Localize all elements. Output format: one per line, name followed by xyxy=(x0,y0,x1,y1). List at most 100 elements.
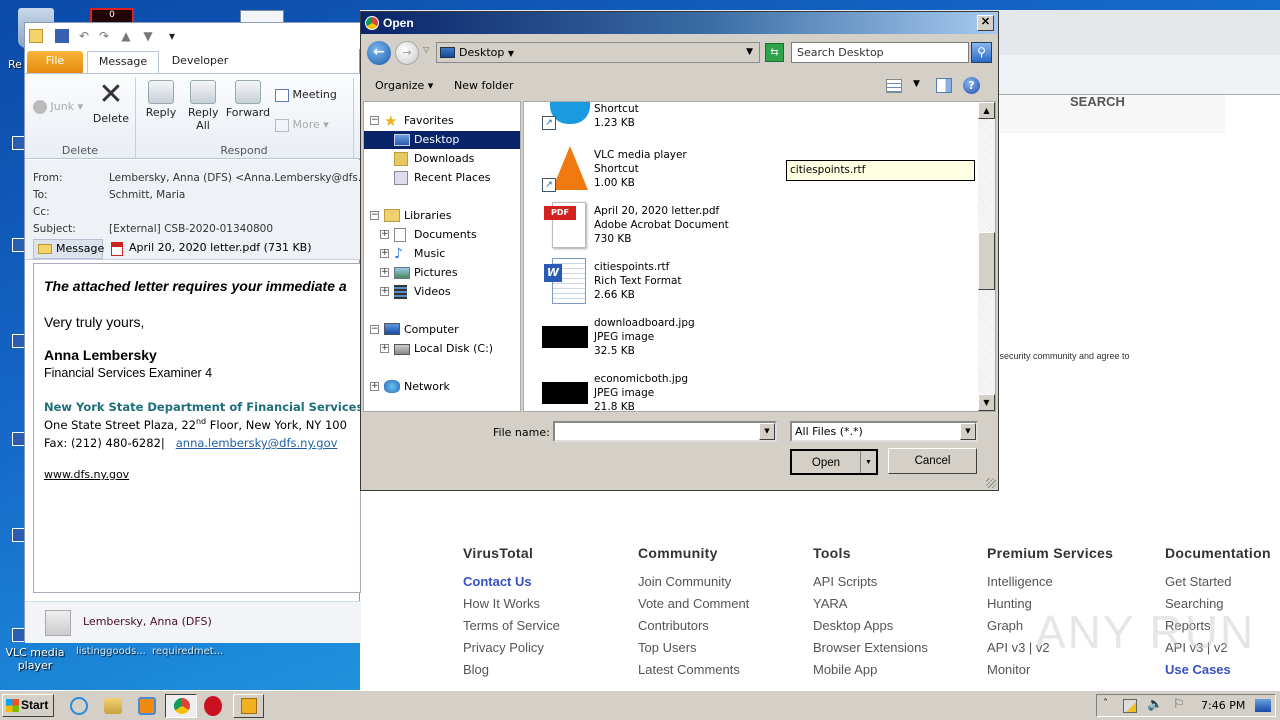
avatar[interactable] xyxy=(45,610,71,636)
footer-link[interactable]: Latest Comments xyxy=(638,662,749,679)
address-history-dropdown[interactable]: ▼ xyxy=(746,43,753,62)
resize-grip[interactable] xyxy=(986,478,996,488)
expand-icon[interactable]: + xyxy=(380,230,389,239)
expand-icon[interactable]: + xyxy=(380,268,389,277)
preview-pane-icon[interactable] xyxy=(936,78,952,93)
chrome-taskbar-icon[interactable] xyxy=(165,694,197,718)
expand-icon[interactable]: + xyxy=(380,287,389,296)
start-button[interactable]: Start xyxy=(2,694,54,717)
reply-button[interactable]: Reply xyxy=(141,80,181,119)
vertical-scrollbar[interactable]: ▲ ▼ xyxy=(978,102,995,411)
desktop-icon-vlc[interactable]: VLC media player xyxy=(4,646,66,672)
footer-link[interactable]: Mobile App xyxy=(813,662,928,679)
tree-item-recent-places[interactable]: Recent Places xyxy=(364,169,520,187)
tree-item-pictures[interactable]: + Pictures xyxy=(364,264,520,282)
desktop-icon-listinggoods[interactable]: listinggoods... xyxy=(76,646,146,657)
forward-button[interactable]: → xyxy=(395,41,419,65)
clock[interactable]: 7:46 PM xyxy=(1201,695,1245,716)
expand-icon[interactable]: + xyxy=(380,344,389,353)
file-name-input[interactable]: ▼ xyxy=(553,421,777,442)
footer-link[interactable]: Browser Extensions xyxy=(813,640,928,657)
desktop-icon-requiredmet[interactable]: requiredmet... xyxy=(152,646,223,657)
footer-link[interactable]: Privacy Policy xyxy=(463,640,560,657)
email-link[interactable]: anna.lembersky@dfs.ny.gov xyxy=(176,436,338,450)
file-item[interactable]: ↗ Shortcut 1.23 KB xyxy=(542,102,842,144)
address-bar[interactable]: Desktop ▼ ▼ xyxy=(436,42,760,63)
open-options-dropdown[interactable]: ▼ xyxy=(860,451,876,473)
from-value[interactable]: Lembersky, Anna (DFS) <Anna.Lembersky@df… xyxy=(109,172,376,184)
message-tab[interactable]: Message xyxy=(33,239,104,259)
opera-icon[interactable] xyxy=(204,696,222,716)
delete-button[interactable]: ✕ Delete xyxy=(91,80,131,126)
collapse-icon[interactable]: − xyxy=(370,325,379,334)
file-type-select[interactable]: All Files (*.*) ▼ xyxy=(790,421,978,442)
tree-item-computer[interactable]: − Computer xyxy=(364,321,520,339)
scroll-up-button[interactable]: ▲ xyxy=(978,102,995,119)
action-center-flag-icon[interactable]: ⚐ xyxy=(1173,697,1185,712)
tree-item-videos[interactable]: + Videos xyxy=(364,283,520,301)
tree-item-desktop[interactable]: Desktop xyxy=(364,131,520,149)
footer-link[interactable]: Intelligence xyxy=(987,574,1113,591)
attachment-pdf[interactable]: April 20, 2020 letter.pdf (731 KB) xyxy=(109,239,312,259)
media-player-icon[interactable] xyxy=(138,697,156,715)
search-heading[interactable]: SEARCH xyxy=(1070,94,1125,109)
previous-item-icon[interactable]: ▲ xyxy=(119,29,133,43)
to-value[interactable]: Schmitt, Maria xyxy=(109,189,185,201)
customize-toolbar-icon[interactable]: ▾ xyxy=(165,29,179,43)
file-explorer-icon[interactable] xyxy=(104,698,122,714)
collapse-icon[interactable]: − xyxy=(370,116,379,125)
back-button[interactable]: ← xyxy=(367,41,391,65)
tree-item-favorites[interactable]: − ★ Favorites xyxy=(364,112,520,130)
search-icon[interactable]: ⚲ xyxy=(971,42,992,63)
forward-button[interactable]: Forward xyxy=(225,80,271,119)
collapse-icon[interactable]: − xyxy=(370,211,379,220)
footer-link[interactable]: Terms of Service xyxy=(463,618,560,635)
search-input[interactable]: Search Desktop xyxy=(791,42,969,63)
tree-item-music[interactable]: + ♪ Music xyxy=(364,245,520,263)
tab-file[interactable]: File xyxy=(27,51,83,73)
footer-link-contact-us[interactable]: Contact Us xyxy=(463,574,560,591)
cancel-button[interactable]: Cancel xyxy=(888,448,977,474)
footer-link[interactable]: Monitor xyxy=(987,662,1113,679)
footer-link-use-cases[interactable]: Use Cases xyxy=(1165,662,1271,679)
save-icon[interactable] xyxy=(55,29,69,43)
footer-link[interactable]: YARA xyxy=(813,596,928,613)
meeting-button[interactable]: Meeting xyxy=(275,88,337,102)
tab-message[interactable]: Message xyxy=(87,51,159,73)
show-hidden-icons[interactable]: ˄ xyxy=(1103,698,1108,709)
file-name-dropdown[interactable]: ▼ xyxy=(759,423,775,440)
footer-link[interactable]: Top Users xyxy=(638,640,749,657)
scroll-down-button[interactable]: ▼ xyxy=(978,394,995,411)
expand-icon[interactable]: + xyxy=(380,249,389,258)
footer-link[interactable]: How It Works xyxy=(463,596,560,613)
file-item[interactable]: economicboth.jpg JPEG image 21.8 KB xyxy=(542,370,842,411)
undo-icon[interactable]: ↶ xyxy=(77,29,91,43)
view-options-dropdown[interactable]: ▼ xyxy=(913,79,920,89)
footer-link[interactable]: Get Started xyxy=(1165,574,1271,591)
file-item[interactable]: W citiespoints.rtf Rich Text Format 2.66… xyxy=(542,258,842,314)
footer-link[interactable]: Vote and Comment xyxy=(638,596,749,613)
expand-icon[interactable]: + xyxy=(370,382,379,391)
tree-item-downloads[interactable]: Downloads xyxy=(364,150,520,168)
footer-link[interactable]: API Scripts xyxy=(813,574,928,591)
recent-locations-dropdown[interactable]: ▽ xyxy=(423,45,429,54)
footer-link[interactable]: Desktop Apps xyxy=(813,618,928,635)
tree-item-network[interactable]: + Network xyxy=(364,378,520,396)
breadcrumb-dropdown-icon[interactable]: ▼ xyxy=(508,49,514,58)
file-type-dropdown[interactable]: ▼ xyxy=(960,423,976,440)
website-link[interactable]: www.dfs.ny.gov xyxy=(44,468,129,481)
network-warning-icon[interactable] xyxy=(1123,699,1137,713)
file-item[interactable]: PDF April 20, 2020 letter.pdf Adobe Acro… xyxy=(542,202,842,258)
junk-button[interactable]: Junk ▾ xyxy=(33,100,83,114)
volume-icon[interactable]: 🔈 xyxy=(1147,697,1163,712)
refresh-button[interactable]: ⇆ xyxy=(765,43,784,62)
organize-button[interactable]: Organize ▾ xyxy=(375,79,433,92)
next-item-icon[interactable]: ▼ xyxy=(141,29,155,43)
people-pane-name[interactable]: Lembersky, Anna (DFS) xyxy=(83,615,212,628)
tree-item-libraries[interactable]: − Libraries xyxy=(364,207,520,225)
redo-icon[interactable]: ↷ xyxy=(97,29,111,43)
help-icon[interactable]: ? xyxy=(963,77,980,94)
reply-all-button[interactable]: Reply All xyxy=(183,80,223,132)
more-button[interactable]: More ▾ xyxy=(275,118,329,132)
open-button[interactable]: Open ▼ xyxy=(790,449,878,475)
